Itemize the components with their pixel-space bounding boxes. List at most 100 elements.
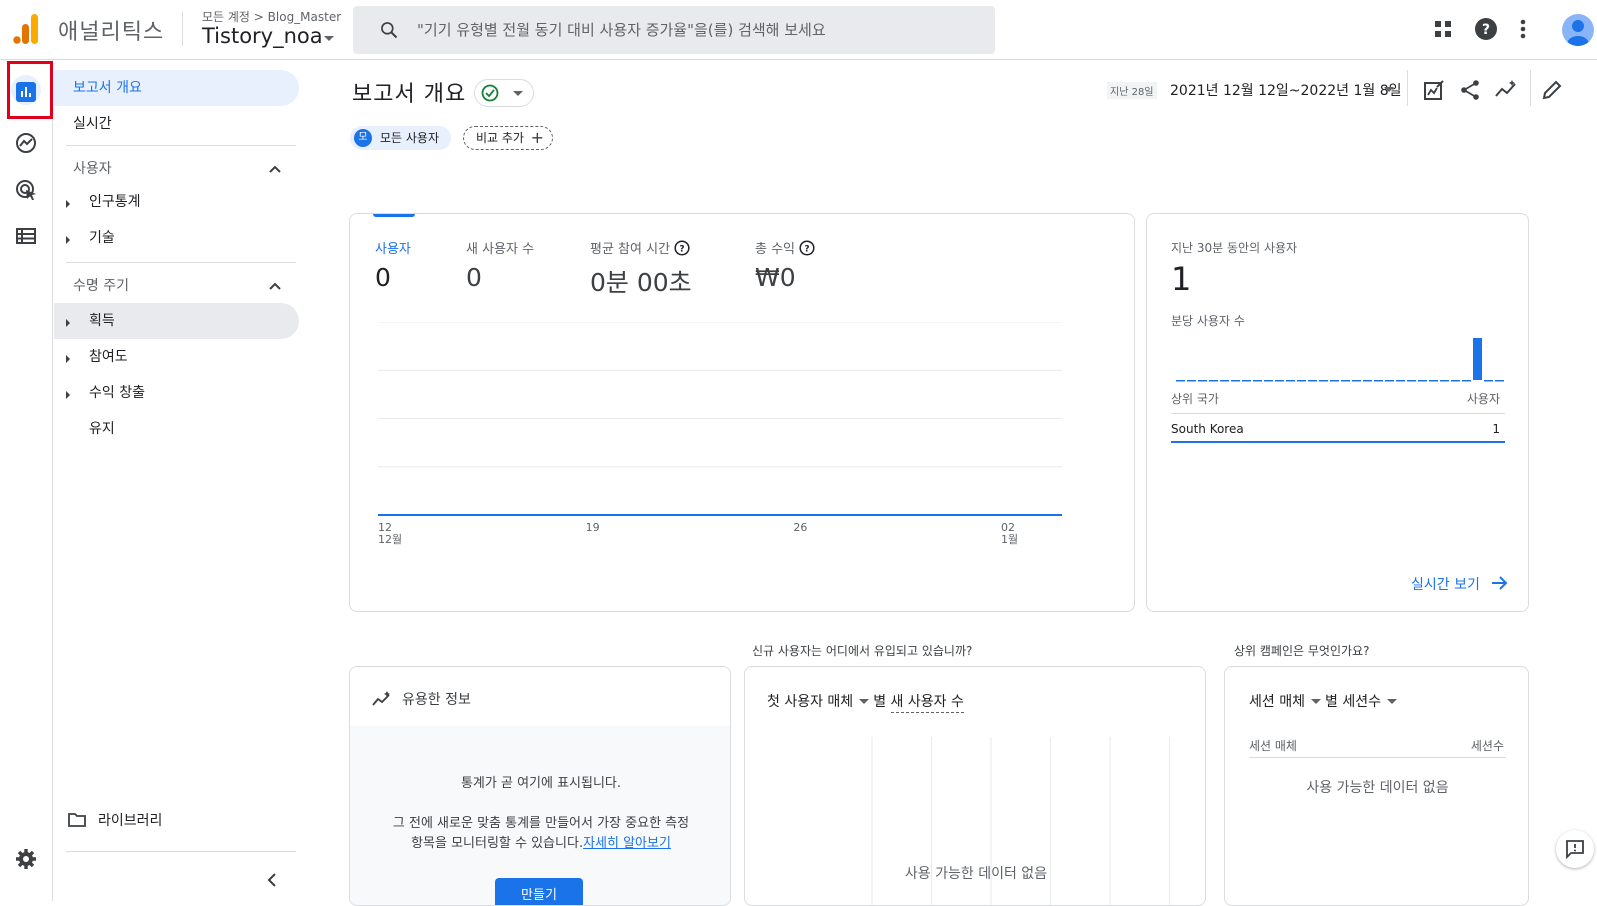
date-range-selector[interactable]: 2021년 12월 12일~2022년 1월 8일 [1170, 80, 1402, 100]
minute-bar[interactable] [1319, 380, 1328, 382]
minute-bar[interactable] [1242, 380, 1251, 382]
breadcrumb[interactable]: 모든 계정 > Blog_Master [202, 8, 341, 25]
customize-report-icon[interactable] [1422, 78, 1446, 102]
search-bar[interactable] [353, 6, 995, 54]
col-header-users: 사용자 [1466, 392, 1500, 406]
minute-bar[interactable] [1231, 380, 1240, 382]
chip-all-users[interactable]: 모 모든 사용자 [350, 126, 452, 150]
date-caret-icon[interactable] [1384, 87, 1394, 92]
nav-tech[interactable]: 기술 [54, 220, 299, 256]
minute-bar[interactable] [1253, 380, 1262, 382]
nav-demographics[interactable]: 인구통계 [54, 184, 299, 220]
minute-bar[interactable] [1330, 380, 1339, 382]
nav-acquisition[interactable]: 획득 [54, 303, 299, 339]
metric-total-revenue[interactable]: 총 수익? ₩0 [755, 238, 815, 292]
nav-realtime[interactable]: 실시간 [54, 106, 299, 142]
minute-bar[interactable] [1407, 380, 1416, 382]
create-insight-button[interactable]: 만들기 [495, 878, 583, 905]
minute-bar[interactable] [1352, 380, 1361, 382]
minute-bar[interactable] [1198, 380, 1207, 382]
metric-selector[interactable]: 새 사용자 수 [890, 694, 964, 713]
search-input[interactable] [417, 6, 977, 54]
chevron-up-icon[interactable] [268, 164, 282, 174]
minute-bar[interactable] [1308, 380, 1317, 382]
nav-engagement[interactable]: 참여도 [54, 339, 299, 375]
nav-section-lifecycle[interactable]: 수명 주기 [73, 275, 129, 295]
arrow-right-icon[interactable] [1491, 576, 1509, 590]
minute-bar[interactable] [1429, 380, 1438, 382]
help-outline-icon[interactable]: ? [674, 240, 690, 256]
insights-icon [372, 691, 390, 706]
page-title: 보고서 개요 [352, 82, 467, 107]
minute-bar[interactable] [1297, 380, 1306, 382]
status-dropdown[interactable] [474, 79, 534, 107]
account-avatar[interactable] [1562, 14, 1594, 46]
view-realtime-link[interactable]: 실시간 보기 [1411, 574, 1480, 594]
help-icon[interactable]: ? [1473, 16, 1499, 42]
apps-grid-icon[interactable] [1430, 16, 1456, 42]
minute-bar[interactable] [1418, 380, 1427, 382]
minute-bar[interactable] [1462, 380, 1471, 382]
source-dimension-selector[interactable]: 첫 사용자 매체 별 새 사용자 수 [767, 691, 964, 713]
nav-monetization[interactable]: 수익 창출 [54, 375, 299, 411]
country-name: South Korea [1171, 422, 1244, 436]
col-header-sessions: 세션수 [1470, 739, 1504, 753]
settings-icon[interactable] [14, 847, 38, 871]
share-icon[interactable] [1458, 78, 1482, 102]
metric-selector[interactable]: 세션수 [1342, 694, 1381, 710]
minute-bar[interactable] [1275, 380, 1284, 382]
minute-bar[interactable] [1286, 380, 1295, 382]
metric-users[interactable]: 사용자 0 [375, 238, 411, 292]
more-vert-icon[interactable] [1510, 16, 1536, 42]
expand-arrow-icon [66, 236, 70, 244]
configure-icon[interactable] [14, 224, 38, 248]
metric-new-users[interactable]: 새 사용자 수 0 [466, 238, 534, 292]
caret-down-icon [1386, 699, 1397, 704]
chip-all-users-label: 모든 사용자 [380, 131, 440, 145]
learn-more-link[interactable]: 자세히 알아보기 [583, 836, 671, 851]
metric-label: 총 수익 [755, 242, 796, 257]
minute-bar[interactable] [1374, 380, 1383, 382]
edit-pencil-icon[interactable] [1540, 78, 1564, 102]
advertising-icon[interactable] [14, 178, 38, 202]
minute-bar[interactable] [1220, 380, 1229, 382]
property-selector[interactable]: Tistory_noa [202, 24, 323, 48]
metric-avg-engagement[interactable]: 평균 참여 시간? 0분 00초 [590, 238, 692, 299]
caret-down-icon [1310, 699, 1321, 704]
insights-icon[interactable] [1494, 78, 1518, 102]
chevron-up-icon[interactable] [268, 281, 282, 291]
segment-avatar: 모 [354, 129, 372, 147]
feedback-button[interactable] [1556, 830, 1594, 868]
help-outline-icon[interactable]: ? [799, 240, 815, 256]
minute-bar[interactable] [1396, 380, 1405, 382]
minute-bar[interactable] [1484, 380, 1493, 382]
nav-section-users[interactable]: 사용자 [73, 158, 112, 178]
metric-label: 사용자 [375, 242, 411, 257]
minute-bar[interactable] [1264, 380, 1273, 382]
minute-bar[interactable] [1187, 380, 1196, 382]
add-comparison-button[interactable]: 비교 추가 + [463, 126, 553, 150]
dimension-label: 세션 매체 [1249, 694, 1305, 710]
explore-icon[interactable] [14, 131, 38, 155]
minute-bar[interactable] [1385, 380, 1394, 382]
minute-bar[interactable] [1451, 380, 1460, 382]
table-divider [1249, 757, 1506, 758]
minute-bar[interactable] [1363, 380, 1372, 382]
analytics-logo[interactable] [13, 14, 39, 44]
campaign-dimension-selector[interactable]: 세션 매체 별 세션수 [1249, 691, 1401, 711]
metric-label: 평균 참여 시간 [590, 242, 671, 257]
minute-bar[interactable] [1440, 380, 1449, 382]
property-caret-icon[interactable] [324, 36, 334, 41]
realtime-subtitle: 분당 사용자 수 [1171, 314, 1245, 328]
minute-bar[interactable] [1341, 380, 1350, 382]
nav-overview[interactable]: 보고서 개요 [54, 70, 299, 106]
nav-retention[interactable]: 유지 [54, 411, 299, 447]
insights-description-line2: 항목을 모니터링할 수 있습니다. [411, 836, 584, 851]
minute-bar[interactable] [1495, 380, 1504, 382]
minute-bar[interactable] [1473, 338, 1482, 380]
minute-bar[interactable] [1209, 380, 1218, 382]
minute-bar[interactable] [1176, 380, 1185, 382]
collapse-nav-icon[interactable] [266, 872, 278, 888]
by-label: 별 [873, 694, 887, 710]
date-range-prefix: 지난 28일 [1107, 82, 1157, 99]
